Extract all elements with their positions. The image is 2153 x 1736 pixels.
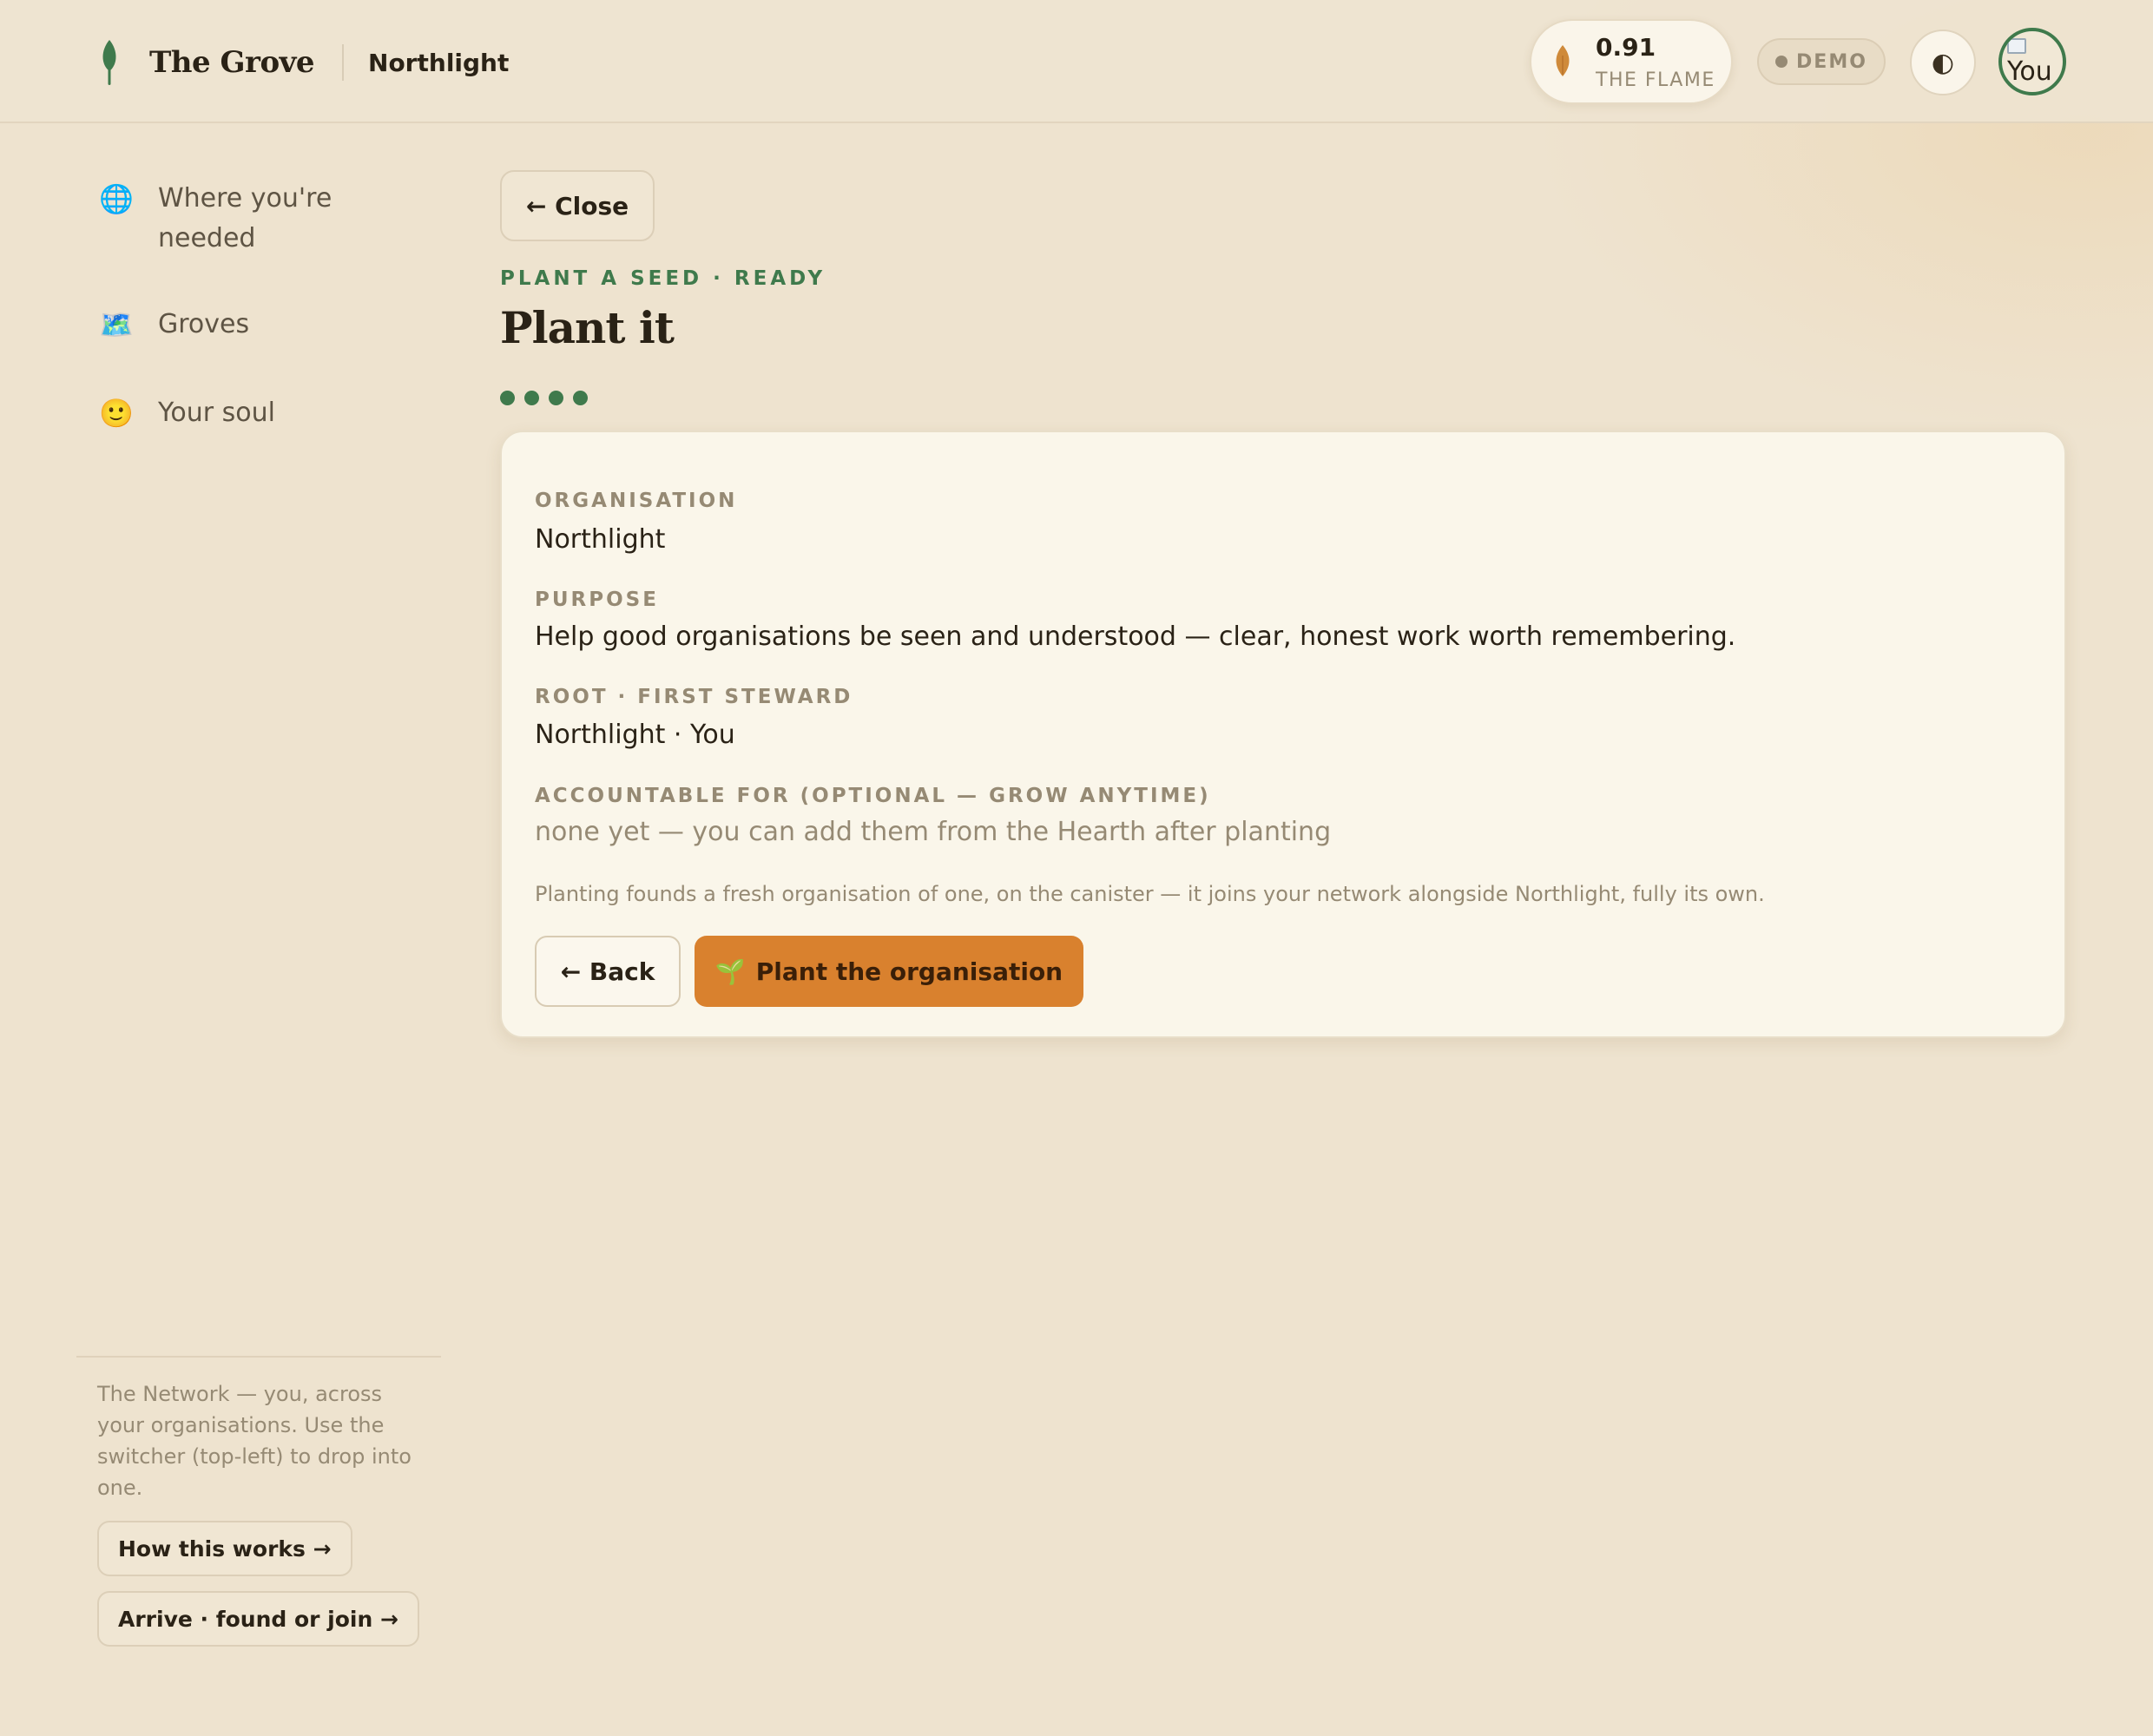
contrast-icon: ◐: [1931, 47, 1955, 78]
brand-divider: [342, 44, 345, 81]
top-bar: The Grove Northlight 0.91 THE FLAME DEMO…: [0, 0, 2153, 123]
globe-icon: 🌐: [99, 182, 134, 215]
purpose-value: Help good organisations be seen and unde…: [535, 621, 1736, 652]
close-button[interactable]: ← Close: [500, 170, 655, 241]
sidebar-item-label: Where you're needed: [158, 183, 332, 253]
review-card: ORGANISATION Northlight PURPOSE Help goo…: [500, 431, 2066, 1038]
accountable-value: none yet — you can add them from the Hea…: [535, 817, 1332, 847]
plant-button-label: Plant the organisation: [755, 957, 1063, 986]
step-dot: [549, 391, 563, 405]
plant-organisation-button[interactable]: 🌱 Plant the organisation: [695, 936, 1083, 1007]
sidebar-divider: [76, 1356, 441, 1358]
sidebar: 🌐 Where you're needed 🗺️ Groves 🙂 Your s…: [0, 125, 451, 1736]
sidebar-item-your-soul[interactable]: 🙂 Your soul: [97, 393, 275, 433]
root-value: Northlight · You: [535, 720, 735, 750]
avatar-alt-text: You: [2007, 56, 2052, 87]
flame-icon: [1556, 45, 1570, 76]
back-button[interactable]: ← Back: [535, 936, 681, 1007]
sidebar-item-where-needed[interactable]: 🌐 Where you're needed: [97, 179, 427, 259]
flame-label: THE FLAME: [1596, 69, 1715, 91]
root-label: ROOT · FIRST STEWARD: [535, 686, 853, 708]
map-icon: 🗺️: [99, 308, 134, 341]
org-switcher[interactable]: Northlight: [368, 49, 509, 77]
planting-note: Planting founds a fresh organisation of …: [535, 882, 1765, 906]
sidebar-item-label: Groves: [158, 309, 250, 339]
avatar[interactable]: You: [1998, 28, 2066, 95]
page-title: Plant it: [500, 302, 675, 353]
flame-meter[interactable]: 0.91 THE FLAME: [1530, 19, 1733, 104]
flame-value: 0.91: [1596, 33, 1656, 62]
organisation-value: Northlight: [535, 524, 666, 555]
network-note: The Network — you, across your organisat…: [97, 1382, 412, 1500]
brand[interactable]: The Grove Northlight: [97, 38, 509, 87]
sidebar-item-groves[interactable]: 🗺️ Groves: [97, 305, 249, 345]
smile-icon: 🙂: [99, 397, 134, 430]
purpose-label: PURPOSE: [535, 589, 659, 611]
step-progress: [500, 391, 597, 405]
brand-name: The Grove: [149, 45, 315, 80]
broken-image-icon: [2007, 38, 2026, 54]
demo-label: DEMO: [1796, 50, 1867, 73]
step-eyebrow: PLANT A SEED · READY: [500, 267, 826, 290]
sidebar-item-label: Your soul: [158, 398, 275, 428]
accountable-label: ACCOUNTABLE FOR (OPTIONAL — GROW ANYTIME…: [535, 785, 1211, 807]
leaf-icon: [102, 40, 116, 85]
how-this-works-button[interactable]: How this works →: [97, 1521, 352, 1576]
arrive-button[interactable]: Arrive · found or join →: [97, 1591, 419, 1647]
step-dot: [573, 391, 588, 405]
status-dot-icon: [1775, 56, 1788, 68]
sprout-icon: 🌱: [714, 957, 746, 986]
demo-badge: DEMO: [1757, 38, 1886, 85]
theme-toggle-button[interactable]: ◐: [1910, 30, 1976, 95]
step-dot: [500, 391, 515, 405]
step-dot: [524, 391, 539, 405]
organisation-label: ORGANISATION: [535, 490, 738, 512]
